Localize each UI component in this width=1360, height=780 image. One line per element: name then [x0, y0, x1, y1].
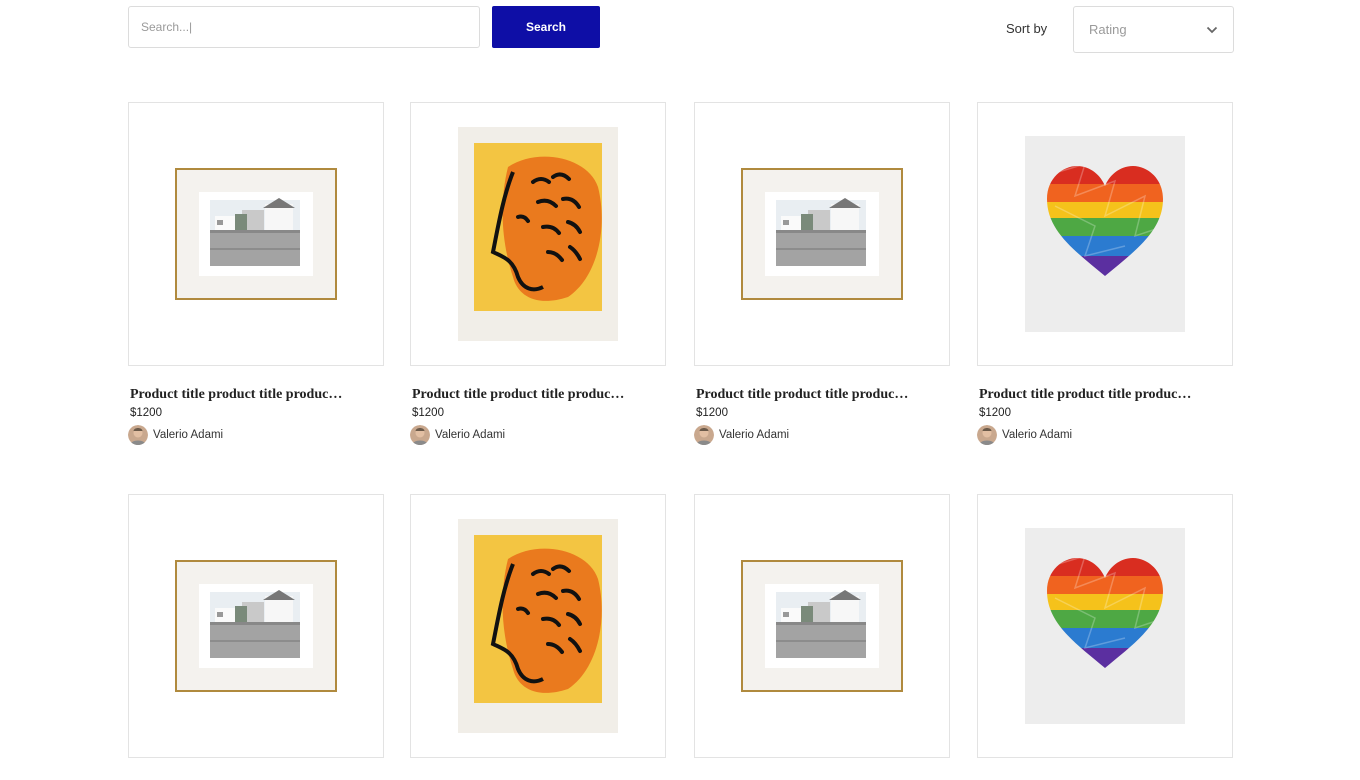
artwork-lion-image: [458, 127, 618, 341]
artwork-lion-image: [458, 519, 618, 733]
product-image[interactable]: [977, 102, 1233, 366]
artist-name: Valerio Adami: [153, 429, 224, 441]
artist-link[interactable]: Valerio Adami: [977, 425, 1233, 445]
product-card[interactable]: [977, 494, 1233, 780]
product-price: $1200: [696, 407, 728, 419]
product-card[interactable]: Product title product title produc… $1200…: [977, 102, 1233, 445]
product-card[interactable]: [410, 494, 666, 780]
product-price: $1200: [412, 407, 444, 419]
avatar: [410, 425, 430, 445]
product-image[interactable]: [128, 494, 384, 758]
product-card[interactable]: Product title product title produc… $1200…: [694, 102, 950, 445]
product-image[interactable]: [694, 102, 950, 366]
artist-link[interactable]: Valerio Adami: [128, 425, 384, 445]
avatar: [128, 425, 148, 445]
product-image[interactable]: [128, 102, 384, 366]
product-card[interactable]: Product title product title produc… $1200…: [410, 102, 666, 445]
artwork-photo-image: [741, 560, 903, 692]
product-card[interactable]: [128, 494, 384, 780]
product-card[interactable]: [694, 494, 950, 780]
artist-name: Valerio Adami: [435, 429, 506, 441]
search-input[interactable]: [128, 6, 480, 48]
chevron-down-icon: [1206, 26, 1218, 33]
product-image[interactable]: [694, 494, 950, 758]
product-title[interactable]: Product title product title produc…: [410, 387, 666, 405]
product-image[interactable]: [410, 494, 666, 758]
product-title[interactable]: Product title product title produc…: [694, 387, 950, 405]
sort-value: Rating: [1089, 22, 1127, 37]
search-button[interactable]: Search: [492, 6, 600, 48]
sort-label: Sort by: [1006, 21, 1048, 36]
artwork-photo-image: [741, 168, 903, 300]
avatar: [977, 425, 997, 445]
artwork-photo-image: [175, 560, 337, 692]
product-title[interactable]: Product title product title produc…: [977, 387, 1233, 405]
product-card[interactable]: Product title product title produc… $1200…: [128, 102, 384, 445]
artwork-heart-image: [1025, 528, 1185, 724]
artist-name: Valerio Adami: [719, 429, 790, 441]
avatar: [694, 425, 714, 445]
product-price: $1200: [130, 407, 162, 419]
product-image[interactable]: [410, 102, 666, 366]
product-image[interactable]: [977, 494, 1233, 758]
artist-link[interactable]: Valerio Adami: [410, 425, 666, 445]
sort-select[interactable]: Rating: [1073, 6, 1234, 53]
product-title[interactable]: Product title product title produc…: [128, 387, 384, 405]
product-price: $1200: [979, 407, 1011, 419]
artwork-heart-image: [1025, 136, 1185, 332]
artist-link[interactable]: Valerio Adami: [694, 425, 950, 445]
artwork-photo-image: [175, 168, 337, 300]
artist-name: Valerio Adami: [1002, 429, 1073, 441]
